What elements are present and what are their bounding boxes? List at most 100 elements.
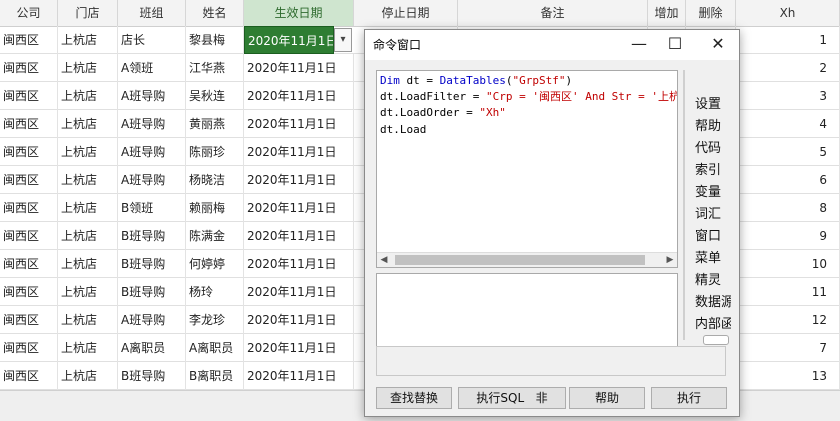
cell-name[interactable]: 吴秋连 bbox=[186, 82, 244, 110]
cell-company[interactable]: 闽西区 bbox=[0, 278, 58, 306]
cell-company[interactable]: 闽西区 bbox=[0, 26, 58, 54]
cell-date[interactable]: 2020年11月1日 bbox=[244, 306, 354, 334]
side-item[interactable]: 帮助 bbox=[695, 116, 721, 138]
side-scroll-thumb[interactable] bbox=[703, 335, 729, 345]
cell-company[interactable]: 闽西区 bbox=[0, 334, 58, 362]
cell-store[interactable]: 上杭店 bbox=[58, 166, 118, 194]
cell-team[interactable]: A班导购 bbox=[118, 166, 186, 194]
cell-date[interactable]: 2020年11月1日 bbox=[244, 110, 354, 138]
side-item[interactable]: 数据源 bbox=[695, 292, 731, 314]
cell-store[interactable]: 上杭店 bbox=[58, 82, 118, 110]
side-item[interactable]: 变量 bbox=[695, 182, 721, 204]
find-replace-button[interactable]: 查找替换 bbox=[376, 387, 452, 409]
cell-xh[interactable]: 8 bbox=[736, 194, 840, 222]
side-item[interactable]: 窗口 bbox=[695, 226, 721, 248]
execute-button[interactable]: 执行 bbox=[651, 387, 727, 409]
cell-company[interactable]: 闽西区 bbox=[0, 362, 58, 390]
cell-xh[interactable]: 10 bbox=[736, 250, 840, 278]
cell-store[interactable]: 上杭店 bbox=[58, 26, 118, 54]
cell-date[interactable]: 2020年11月1日 bbox=[244, 222, 354, 250]
cell-team[interactable]: B领班 bbox=[118, 194, 186, 222]
header-delete[interactable]: 删除 bbox=[686, 0, 736, 26]
cell-team[interactable]: A班导购 bbox=[118, 110, 186, 138]
cell-company[interactable]: 闽西区 bbox=[0, 306, 58, 334]
close-icon[interactable]: ✕ bbox=[698, 30, 738, 60]
cell-date[interactable]: 2020年11月1日 bbox=[244, 250, 354, 278]
help-button[interactable]: 帮助 bbox=[569, 387, 645, 409]
cell-xh[interactable]: 5 bbox=[736, 138, 840, 166]
cell-team[interactable]: B班导购 bbox=[118, 222, 186, 250]
cell-team[interactable]: A领班 bbox=[118, 54, 186, 82]
cell-store[interactable]: 上杭店 bbox=[58, 194, 118, 222]
cell-team[interactable]: 店长 bbox=[118, 26, 186, 54]
cell-company[interactable]: 闽西区 bbox=[0, 54, 58, 82]
cell-name[interactable]: 赖丽梅 bbox=[186, 194, 244, 222]
cell-store[interactable]: 上杭店 bbox=[58, 306, 118, 334]
cell-store[interactable]: 上杭店 bbox=[58, 250, 118, 278]
cell-name[interactable]: B离职员 bbox=[186, 362, 244, 390]
cell-company[interactable]: 闽西区 bbox=[0, 194, 58, 222]
cell-date[interactable]: 2020年11月1日 bbox=[244, 334, 354, 362]
cell-date[interactable]: 2020年11月1日 bbox=[244, 166, 354, 194]
cell-xh[interactable]: 7 bbox=[736, 334, 840, 362]
cell-name[interactable]: 何婷婷 bbox=[186, 250, 244, 278]
cell-date[interactable]: 2020年11月1日 bbox=[244, 26, 334, 54]
cell-team[interactable]: B班导购 bbox=[118, 250, 186, 278]
cell-date[interactable]: 2020年11月1日 bbox=[244, 194, 354, 222]
cell-team[interactable]: B班导购 bbox=[118, 362, 186, 390]
cell-team[interactable]: A班导购 bbox=[118, 82, 186, 110]
header-stop-date[interactable]: 停止日期 bbox=[354, 0, 458, 26]
cell-company[interactable]: 闽西区 bbox=[0, 166, 58, 194]
cell-xh[interactable]: 12 bbox=[736, 306, 840, 334]
side-item[interactable]: 索引 bbox=[695, 160, 721, 182]
title-bar[interactable]: 命令窗口 — ☐ ✕ bbox=[365, 30, 739, 60]
cell-name[interactable]: 黎县梅 bbox=[186, 26, 244, 54]
cell-team[interactable]: A离职员 bbox=[118, 334, 186, 362]
cell-xh[interactable]: 4 bbox=[736, 110, 840, 138]
cell-xh[interactable]: 1 bbox=[736, 26, 840, 54]
cell-xh[interactable]: 2 bbox=[736, 54, 840, 82]
cell-date[interactable]: 2020年11月1日 bbox=[244, 278, 354, 306]
cell-team[interactable]: A班导购 bbox=[118, 138, 186, 166]
scroll-thumb[interactable] bbox=[395, 255, 645, 265]
header-team[interactable]: 班组 bbox=[118, 0, 186, 26]
cell-store[interactable]: 上杭店 bbox=[58, 138, 118, 166]
header-name[interactable]: 姓名 bbox=[186, 0, 244, 26]
cell-xh[interactable]: 9 bbox=[736, 222, 840, 250]
code-editor[interactable]: Dim dt = DataTables("GrpStf") dt.LoadFilt… bbox=[376, 70, 678, 268]
cell-xh[interactable]: 3 bbox=[736, 82, 840, 110]
cell-xh[interactable]: 6 bbox=[736, 166, 840, 194]
cell-company[interactable]: 闽西区 bbox=[0, 250, 58, 278]
side-item[interactable]: 代码 bbox=[695, 138, 721, 160]
cell-name[interactable]: 杨玲 bbox=[186, 278, 244, 306]
side-item[interactable]: 词汇 bbox=[695, 204, 721, 226]
cell-store[interactable]: 上杭店 bbox=[58, 222, 118, 250]
cell-name[interactable]: 杨晓洁 bbox=[186, 166, 244, 194]
chevron-down-icon[interactable]: ▾ bbox=[334, 28, 352, 52]
cell-name[interactable]: 陈满金 bbox=[186, 222, 244, 250]
cell-store[interactable]: 上杭店 bbox=[58, 362, 118, 390]
minimize-icon[interactable]: — bbox=[619, 30, 659, 60]
scroll-right-icon[interactable]: ▶ bbox=[663, 253, 677, 267]
cell-name[interactable]: 江华燕 bbox=[186, 54, 244, 82]
cell-name[interactable]: 李龙珍 bbox=[186, 306, 244, 334]
cell-company[interactable]: 闽西区 bbox=[0, 222, 58, 250]
cell-company[interactable]: 闽西区 bbox=[0, 110, 58, 138]
cell-xh[interactable]: 13 bbox=[736, 362, 840, 390]
cell-date[interactable]: 2020年11月1日 bbox=[244, 54, 354, 82]
horizontal-scrollbar[interactable]: ◀ ▶ bbox=[377, 252, 677, 267]
header-start-date[interactable]: 生效日期 bbox=[244, 0, 354, 26]
cell-store[interactable]: 上杭店 bbox=[58, 54, 118, 82]
code-text[interactable]: Dim dt = DataTables("GrpStf") dt.LoadFilt… bbox=[380, 73, 677, 138]
scroll-left-icon[interactable]: ◀ bbox=[377, 253, 391, 267]
cell-date[interactable]: 2020年11月1日 bbox=[244, 82, 354, 110]
header-company[interactable]: 公司 bbox=[0, 0, 58, 26]
cell-store[interactable]: 上杭店 bbox=[58, 110, 118, 138]
side-item[interactable]: 设置 bbox=[695, 94, 721, 116]
cell-company[interactable]: 闽西区 bbox=[0, 138, 58, 166]
maximize-icon[interactable]: ☐ bbox=[655, 30, 695, 60]
cell-name[interactable]: 陈丽珍 bbox=[186, 138, 244, 166]
cell-name[interactable]: A离职员 bbox=[186, 334, 244, 362]
cell-date[interactable]: 2020年11月1日 bbox=[244, 138, 354, 166]
header-xh[interactable]: Xh bbox=[736, 0, 840, 26]
